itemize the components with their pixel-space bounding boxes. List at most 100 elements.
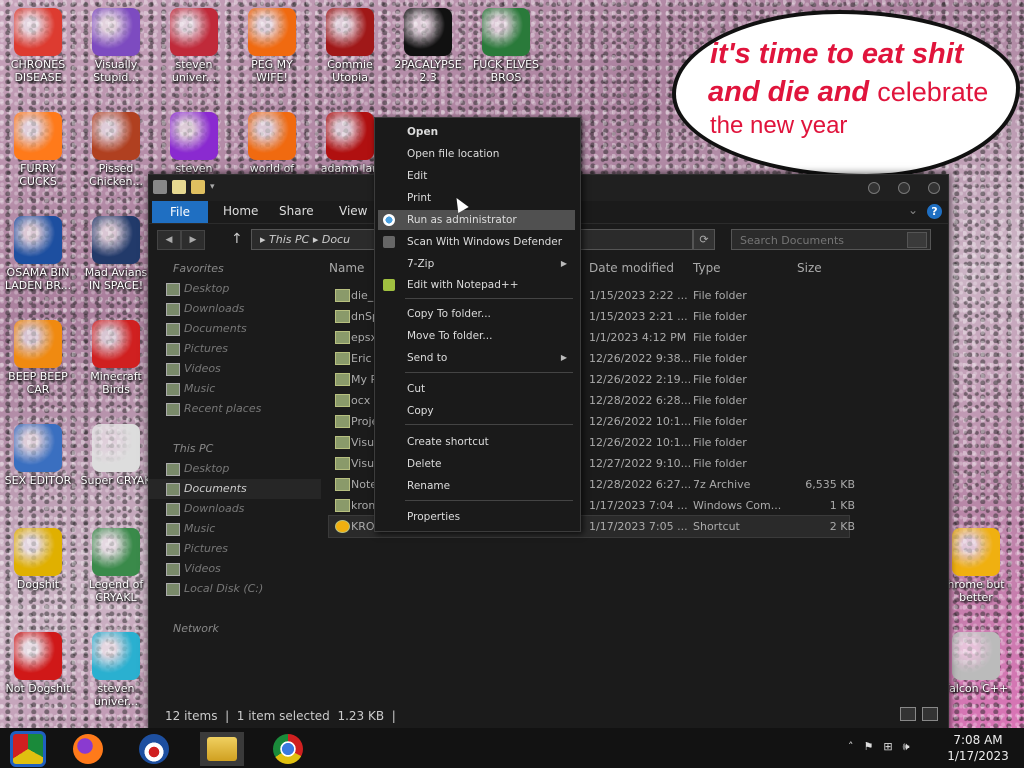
taskbar-chrome-alt-icon[interactable] bbox=[8, 731, 48, 767]
search-box[interactable] bbox=[731, 229, 931, 250]
menu-item-cut[interactable]: Cut bbox=[378, 379, 575, 399]
desktop-icon[interactable]: FUCK ELVES BROS bbox=[468, 8, 544, 84]
maximize-button[interactable] bbox=[898, 182, 910, 194]
tab-share[interactable]: Share bbox=[279, 204, 314, 218]
breadcrumb-documents[interactable]: Docu bbox=[322, 233, 350, 246]
menu-item-delete[interactable]: Delete bbox=[378, 454, 575, 474]
nav-item[interactable]: Downloads bbox=[149, 499, 321, 519]
close-button[interactable] bbox=[928, 182, 940, 194]
new-folder-icon[interactable] bbox=[191, 180, 205, 194]
expand-ribbon-icon[interactable]: ⌄ bbox=[908, 203, 918, 217]
desktop-icon[interactable]: world of bbox=[234, 112, 310, 175]
search-input[interactable] bbox=[738, 233, 902, 248]
desktop-icon[interactable]: 2PACALYPSE 2.3 bbox=[390, 8, 466, 84]
desktop-icon[interactable]: Legend of CRYAKL bbox=[78, 528, 154, 604]
nav-item[interactable]: Pictures bbox=[149, 339, 321, 359]
desktop-icon[interactable]: Pissed Chicken... bbox=[78, 112, 154, 188]
folder-icon bbox=[166, 323, 180, 336]
up-arrow-icon[interactable]: ↑ bbox=[231, 231, 243, 247]
nav-item[interactable]: Videos bbox=[149, 559, 321, 579]
nav-item[interactable]: Recent places bbox=[149, 399, 321, 419]
refresh-button[interactable]: ⟳ bbox=[693, 229, 715, 250]
menu-item-create-shortcut[interactable]: Create shortcut bbox=[378, 432, 575, 452]
desktop-icon[interactable]: steven bbox=[156, 112, 232, 175]
volume-icon[interactable]: 🕪 bbox=[903, 740, 910, 754]
column-date-modified[interactable]: Date modified bbox=[589, 261, 674, 275]
desktop-icon[interactable]: Super CRYAK bbox=[78, 424, 154, 487]
chevron-up-icon[interactable]: ˄ bbox=[848, 740, 854, 754]
breadcrumb-this-pc[interactable]: This PC bbox=[269, 233, 309, 246]
menu-item-label: Properties bbox=[407, 511, 461, 523]
desktop-icon[interactable]: CHRONES DISEASE bbox=[0, 8, 76, 84]
nav-item[interactable]: Local Disk (C:) bbox=[149, 579, 321, 599]
desktop-icon[interactable]: SEX EDITOR bbox=[0, 424, 76, 487]
column-name[interactable]: Name bbox=[329, 261, 364, 275]
menu-item-open[interactable]: Open bbox=[378, 122, 575, 142]
menu-item-run-as-administrator[interactable]: Run as administrator bbox=[378, 210, 575, 230]
menu-item-rename[interactable]: Rename bbox=[378, 476, 575, 496]
desktop-icon[interactable]: BEEP BEEP CAR bbox=[0, 320, 76, 396]
nav-group-this-pc[interactable]: This PC bbox=[149, 439, 321, 459]
menu-item-edit-with-notepad[interactable]: Edit with Notepad++ bbox=[378, 275, 575, 295]
nav-item[interactable]: Downloads bbox=[149, 299, 321, 319]
tab-file[interactable]: File bbox=[152, 201, 208, 223]
menu-item-print[interactable]: Print bbox=[378, 188, 575, 208]
taskbar-obama-icon[interactable] bbox=[134, 732, 174, 766]
help-button[interactable]: ? bbox=[927, 204, 942, 219]
nav-group-favorites[interactable]: Favorites bbox=[149, 259, 321, 279]
nav-item[interactable]: Pictures bbox=[149, 539, 321, 559]
nav-item[interactable]: Desktop bbox=[149, 459, 321, 479]
properties-icon[interactable] bbox=[172, 180, 186, 194]
desktop-icon[interactable]: steven univer... bbox=[78, 632, 154, 708]
desktop-icon[interactable]: Falcon C++ bbox=[938, 632, 1014, 695]
back-button[interactable]: ◀ bbox=[157, 230, 181, 250]
column-size[interactable]: Size bbox=[797, 261, 822, 275]
minimize-button[interactable] bbox=[868, 182, 880, 194]
chevron-down-icon[interactable]: ▾ bbox=[210, 180, 224, 194]
nav-item[interactable]: Music bbox=[149, 379, 321, 399]
menu-item-copy-to-folder[interactable]: Copy To folder... bbox=[378, 304, 575, 324]
menu-item-move-to-folder[interactable]: Move To folder... bbox=[378, 326, 575, 346]
details-view-icon[interactable] bbox=[900, 707, 916, 721]
tab-view[interactable]: View bbox=[339, 204, 367, 218]
desktop-icon[interactable]: FURRY CUCKS bbox=[0, 112, 76, 188]
network-icon[interactable]: ⊞ bbox=[883, 740, 892, 754]
nav-item[interactable]: Desktop bbox=[149, 279, 321, 299]
search-icon[interactable] bbox=[907, 232, 927, 248]
desktop-icon[interactable]: Dogshit bbox=[0, 528, 76, 591]
desktop-icon[interactable]: OSAMA BIN LADEN BR... bbox=[0, 216, 76, 292]
desktop-icon[interactable]: steven univer... bbox=[156, 8, 232, 84]
nav-item[interactable]: Documents bbox=[149, 479, 321, 499]
desktop-icon[interactable]: Minecraft Birds bbox=[78, 320, 154, 396]
taskbar-firefox-icon[interactable] bbox=[68, 732, 108, 766]
desktop-icon[interactable]: Mad Avians IN SPACE! bbox=[78, 216, 154, 292]
tab-home[interactable]: Home bbox=[223, 204, 258, 218]
large-icons-view-icon[interactable] bbox=[922, 707, 938, 721]
nav-group-network[interactable]: Network bbox=[149, 619, 321, 639]
menu-item-7-zip[interactable]: 7-Zip ▶ bbox=[378, 254, 575, 274]
nav-item[interactable]: Music bbox=[149, 519, 321, 539]
clock[interactable]: 7:08 AM 1/17/2023 bbox=[938, 732, 1018, 764]
column-type[interactable]: Type bbox=[693, 261, 721, 275]
peggle-icon bbox=[248, 8, 296, 56]
nav-item[interactable]: Videos bbox=[149, 359, 321, 379]
nav-item[interactable]: Documents bbox=[149, 319, 321, 339]
desktop-icon[interactable]: Visually Stupid... bbox=[78, 8, 154, 84]
menu-item-copy[interactable]: Copy bbox=[378, 401, 575, 421]
desktop-icon[interactable]: Commie Utopia bbox=[312, 8, 388, 84]
menu-item-edit[interactable]: Edit bbox=[378, 166, 575, 186]
menu-item-properties[interactable]: Properties bbox=[378, 507, 575, 527]
desktop-icon[interactable]: PEG MY WIFE! bbox=[234, 8, 310, 84]
desktop-icon[interactable]: Not Dogshit bbox=[0, 632, 76, 695]
taskbar-file-explorer-icon[interactable] bbox=[200, 732, 244, 766]
flag-icon[interactable]: ⚑ bbox=[864, 740, 874, 754]
desktop-icon-label: Minecraft Birds bbox=[90, 370, 142, 396]
taskbar-chrome-icon[interactable] bbox=[268, 732, 308, 766]
menu-item-scan-with-windows-defender[interactable]: Scan With Windows Defender bbox=[378, 232, 575, 252]
forward-button[interactable]: ▶ bbox=[181, 230, 205, 250]
menu-item-open-file-location[interactable]: Open file location bbox=[378, 144, 575, 164]
desktop-icon[interactable]: hrome but better bbox=[938, 528, 1014, 604]
window-icon[interactable] bbox=[153, 180, 167, 194]
folder-icon bbox=[335, 331, 350, 344]
menu-item-send-to[interactable]: Send to ▶ bbox=[378, 348, 575, 368]
